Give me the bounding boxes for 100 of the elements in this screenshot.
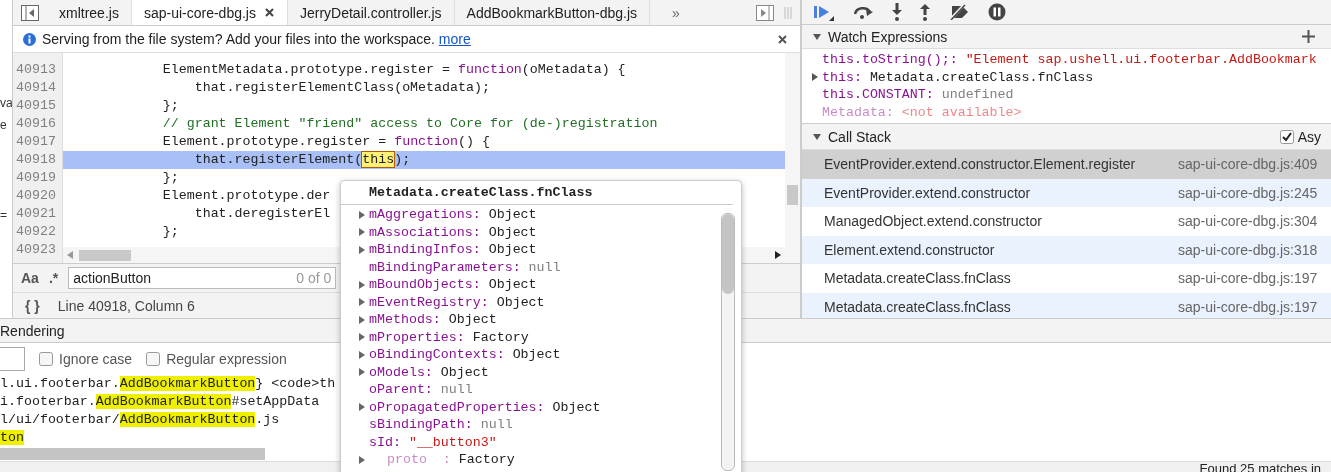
- search-field[interactable]: actionButton 0 of 0: [68, 267, 337, 289]
- code-line: // grant Element "friend" access to Core for (de-)registration: [161, 115, 658, 133]
- line-number: 40920: [15, 187, 57, 205]
- file-tab[interactable]: JerryDetail.controller.js: [287, 0, 455, 25]
- file-tab[interactable]: sap-ui-core-dbg.js: [131, 0, 288, 25]
- scrollbar-thumb[interactable]: [787, 185, 798, 205]
- expand-triangle-icon[interactable]: [812, 131, 822, 142]
- regex-toggle[interactable]: .*: [48, 270, 59, 286]
- object-property[interactable]: mAssociations: Object: [341, 223, 721, 241]
- line-number: 40915: [15, 97, 57, 115]
- step-over-icon[interactable]: [852, 4, 874, 20]
- object-property[interactable]: sId: "__button3": [341, 433, 721, 451]
- checkbox[interactable]: [39, 352, 53, 366]
- add-icon[interactable]: [1302, 30, 1315, 43]
- deactivate-breakpoints-icon[interactable]: [948, 4, 970, 20]
- expand-triangle-icon[interactable]: [812, 31, 822, 42]
- object-property[interactable]: mBindingInfos: Object: [341, 241, 721, 259]
- scrollbar-thumb[interactable]: [79, 249, 131, 261]
- code-fragment: va: [0, 96, 12, 110]
- call-frame[interactable]: EventProvider.extend.constructor.Element.register sap-ui-core-dbg.js:409: [802, 150, 1331, 179]
- code-fragment: =: [0, 208, 8, 222]
- code-fragment: e: [0, 118, 8, 132]
- match-count: 0 of 0: [296, 270, 332, 286]
- checkbox-label: Ignore case: [59, 351, 133, 367]
- checkbox[interactable]: [146, 352, 161, 366]
- sidebar-toggle-icon[interactable]: [21, 4, 39, 21]
- code-line: };: [161, 169, 179, 187]
- expand-triangle-icon[interactable]: [357, 244, 367, 255]
- object-property[interactable]: oModels: Object: [341, 363, 721, 381]
- grip-icon[interactable]: [784, 5, 792, 20]
- call-frame[interactable]: ManagedObject.extend.constructor sap-ui-core-dbg.js:304: [802, 207, 1331, 236]
- expand-triangle-icon[interactable]: [357, 332, 367, 343]
- call-frame[interactable]: Metadata.createClass.fnClass sap-ui-core-dbg.js:197: [802, 264, 1331, 293]
- code-line: };: [161, 223, 179, 241]
- checkbox-label: Regular expression: [166, 351, 287, 367]
- watch-expression[interactable]: this.CONSTANT: undefined: [802, 86, 1331, 104]
- watch-expression[interactable]: this: Metadata.createClass.fnClass: [802, 68, 1331, 86]
- expand-triangle-icon[interactable]: [357, 227, 367, 238]
- popover-title: Metadata.createClass.fnClass: [341, 181, 733, 205]
- file-tab[interactable]: AddBookmarkButton-dbg.js: [454, 0, 650, 25]
- more-link[interactable]: more: [438, 31, 471, 47]
- info-message: Serving from the file system? Add your files into the workspace. more: [42, 31, 471, 47]
- pause-icon[interactable]: [988, 3, 1006, 21]
- expand-triangle-icon[interactable]: [357, 279, 367, 290]
- object-property[interactable]: mBindingParameters: null: [341, 258, 721, 276]
- object-property[interactable]: mBoundObjects: Object: [341, 276, 721, 294]
- object-property[interactable]: oBindingContexts: Object: [341, 346, 721, 364]
- expand-triangle-icon[interactable]: [357, 209, 367, 220]
- close-icon[interactable]: [777, 33, 788, 45]
- checkbox[interactable]: [1279, 129, 1294, 144]
- close-icon[interactable]: [263, 7, 275, 18]
- expand-triangle-icon[interactable]: [357, 454, 367, 465]
- code-line: that.registerElementClass(oMetadata);: [193, 79, 490, 97]
- object-property[interactable]: oParent: null: [341, 381, 721, 399]
- line-number: 40922: [15, 223, 57, 241]
- scrollbar-thumb[interactable]: [0, 448, 265, 460]
- call-frame[interactable]: Metadata.createClass.fnClass sap-ui-core-dbg.js:197: [802, 292, 1331, 318]
- code-line: };: [161, 97, 179, 115]
- code-line: ElementMetadata.prototype.register = function(oMetadata) {: [161, 61, 626, 79]
- line-number: 40914: [15, 79, 57, 97]
- line-number: 40919: [15, 169, 57, 187]
- object-property[interactable]: oPropagatedProperties: Object: [341, 398, 721, 416]
- file-tab[interactable]: xmltree.js: [47, 0, 132, 25]
- expand-triangle-icon[interactable]: [357, 314, 367, 325]
- object-property[interactable]: mMethods: Object: [341, 311, 721, 329]
- step-into-icon[interactable]: [892, 3, 902, 21]
- expand-triangle-icon[interactable]: [357, 297, 367, 308]
- scroll-left-icon[interactable]: [67, 251, 73, 259]
- pretty-print-button[interactable]: { }: [25, 297, 40, 314]
- step-out-icon[interactable]: [920, 3, 930, 21]
- expand-triangle-icon[interactable]: [357, 367, 367, 378]
- match-case-toggle[interactable]: Aa: [21, 270, 39, 286]
- object-property[interactable]: sBindingPath: null: [341, 416, 721, 434]
- expand-triangle-icon[interactable]: [357, 402, 367, 413]
- scrollbar-thumb[interactable]: [722, 214, 734, 294]
- object-property[interactable]: mProperties: Factory: [341, 328, 721, 346]
- line-number: 40921: [15, 205, 57, 223]
- info-icon: [23, 32, 36, 46]
- resume-icon[interactable]: [812, 3, 834, 21]
- search-field[interactable]: [0, 347, 25, 371]
- object-property[interactable]: mEventRegistry: Object: [341, 293, 721, 311]
- scroll-right-icon[interactable]: [775, 251, 781, 259]
- line-number: 40918: [15, 151, 57, 169]
- line-number: 40913: [15, 61, 57, 79]
- code-line: Element.prototype.register = function() {: [161, 133, 490, 151]
- code-line: that.deregisterEl: [193, 205, 331, 223]
- cursor-position: Line 40918, Column 6: [57, 297, 195, 314]
- watch-expression[interactable]: this.toString();: "Element sap.ushell.ui.footerbar.AddBookmark: [802, 51, 1331, 69]
- object-property[interactable]: proto : Factory: [341, 451, 721, 469]
- sidebar-toggle-icon[interactable]: [756, 4, 774, 21]
- overflow-button[interactable]: »: [664, 0, 688, 25]
- object-property[interactable]: mAggregations: Object: [341, 206, 721, 224]
- call-frame[interactable]: EventProvider.extend.constructor sap-ui-core-dbg.js:245: [802, 178, 1331, 207]
- drawer-tab[interactable]: Rendering: [0, 322, 65, 339]
- expand-triangle-icon[interactable]: [810, 72, 820, 83]
- code-line: Element.prototype.der: [161, 187, 331, 205]
- line-number: 40923: [15, 241, 57, 259]
- call-frame[interactable]: Element.extend.constructor sap-ui-core-dbg.js:318: [802, 235, 1331, 264]
- expand-triangle-icon[interactable]: [357, 349, 367, 360]
- checkbox-label: Asy: [1297, 128, 1321, 145]
